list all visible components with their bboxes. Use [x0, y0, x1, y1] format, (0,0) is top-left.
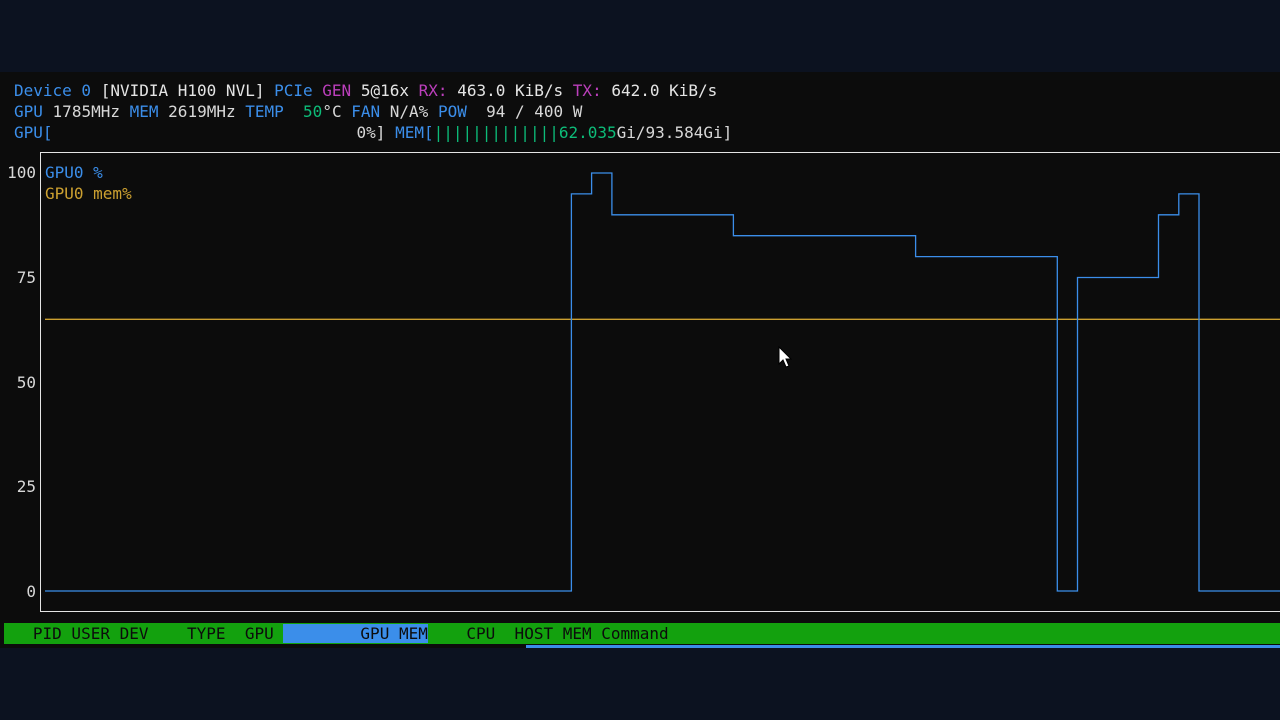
- series-line-gpu-util: [45, 172, 1280, 592]
- mouse-cursor-icon: [778, 346, 793, 368]
- gpu-usage-chart: [45, 172, 1280, 592]
